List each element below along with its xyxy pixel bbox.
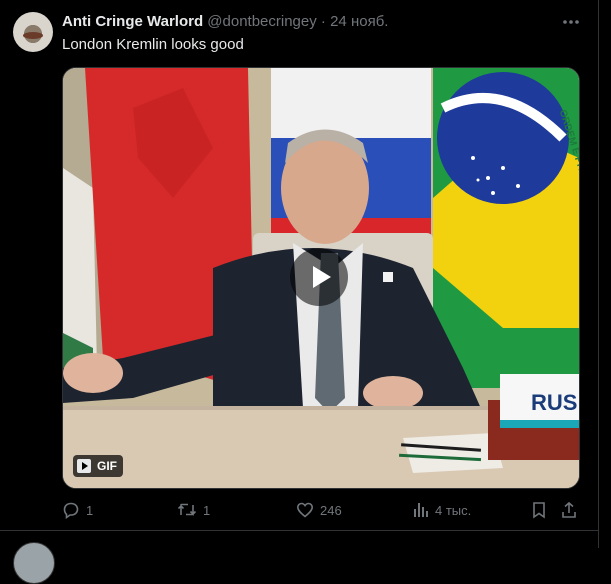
more-options-button[interactable]: [559, 12, 583, 32]
gif-play-icon: [77, 459, 91, 473]
views-count: 4 тыс.: [435, 502, 472, 518]
tweet-header: Anti Cringe Warlord @dontbecringey · 24 …: [62, 13, 388, 31]
gif-badge-label: GIF: [97, 459, 117, 473]
author-handle[interactable]: @dontbecringey: [207, 13, 316, 30]
like-count: 246: [320, 502, 342, 518]
play-icon: [312, 266, 331, 288]
gif-badge[interactable]: GIF: [73, 455, 123, 477]
retweet-count: 1: [203, 502, 211, 518]
next-tweet-avatar[interactable]: [13, 542, 55, 584]
header-separator: ·: [320, 13, 326, 30]
heart-icon: [296, 502, 314, 518]
avatar[interactable]: [13, 12, 53, 52]
tweet-actions: 1 1 246 4 тыс.: [0, 498, 598, 522]
avatar-mouth: [23, 32, 43, 39]
tweet-date[interactable]: 24 нояб.: [330, 13, 388, 30]
play-button[interactable]: [290, 248, 348, 306]
retweet-icon: [177, 503, 197, 516]
share-icon: [562, 501, 576, 518]
reply-button[interactable]: 1: [62, 498, 93, 522]
bookmark-button[interactable]: [531, 498, 553, 522]
tweet-divider: [0, 530, 598, 531]
like-button[interactable]: 246: [296, 498, 342, 522]
tweet-text: London Kremlin looks good: [62, 36, 244, 53]
more-icon: [563, 20, 579, 24]
share-button[interactable]: [561, 498, 583, 522]
author-name[interactable]: Anti Cringe Warlord: [62, 13, 203, 30]
bookmark-icon: [533, 502, 545, 519]
tweet[interactable]: Anti Cringe Warlord @dontbecringey · 24 …: [0, 0, 599, 584]
nameplate-text: RUS: [531, 390, 577, 415]
views-icon: [414, 503, 428, 517]
tweet-media-gif[interactable]: ORDEM E PROGRESSO: [62, 67, 580, 489]
views-button[interactable]: 4 тыс.: [413, 498, 471, 522]
reply-count: 1: [86, 502, 94, 518]
reply-icon: [63, 502, 79, 519]
retweet-button[interactable]: 1: [177, 498, 210, 522]
